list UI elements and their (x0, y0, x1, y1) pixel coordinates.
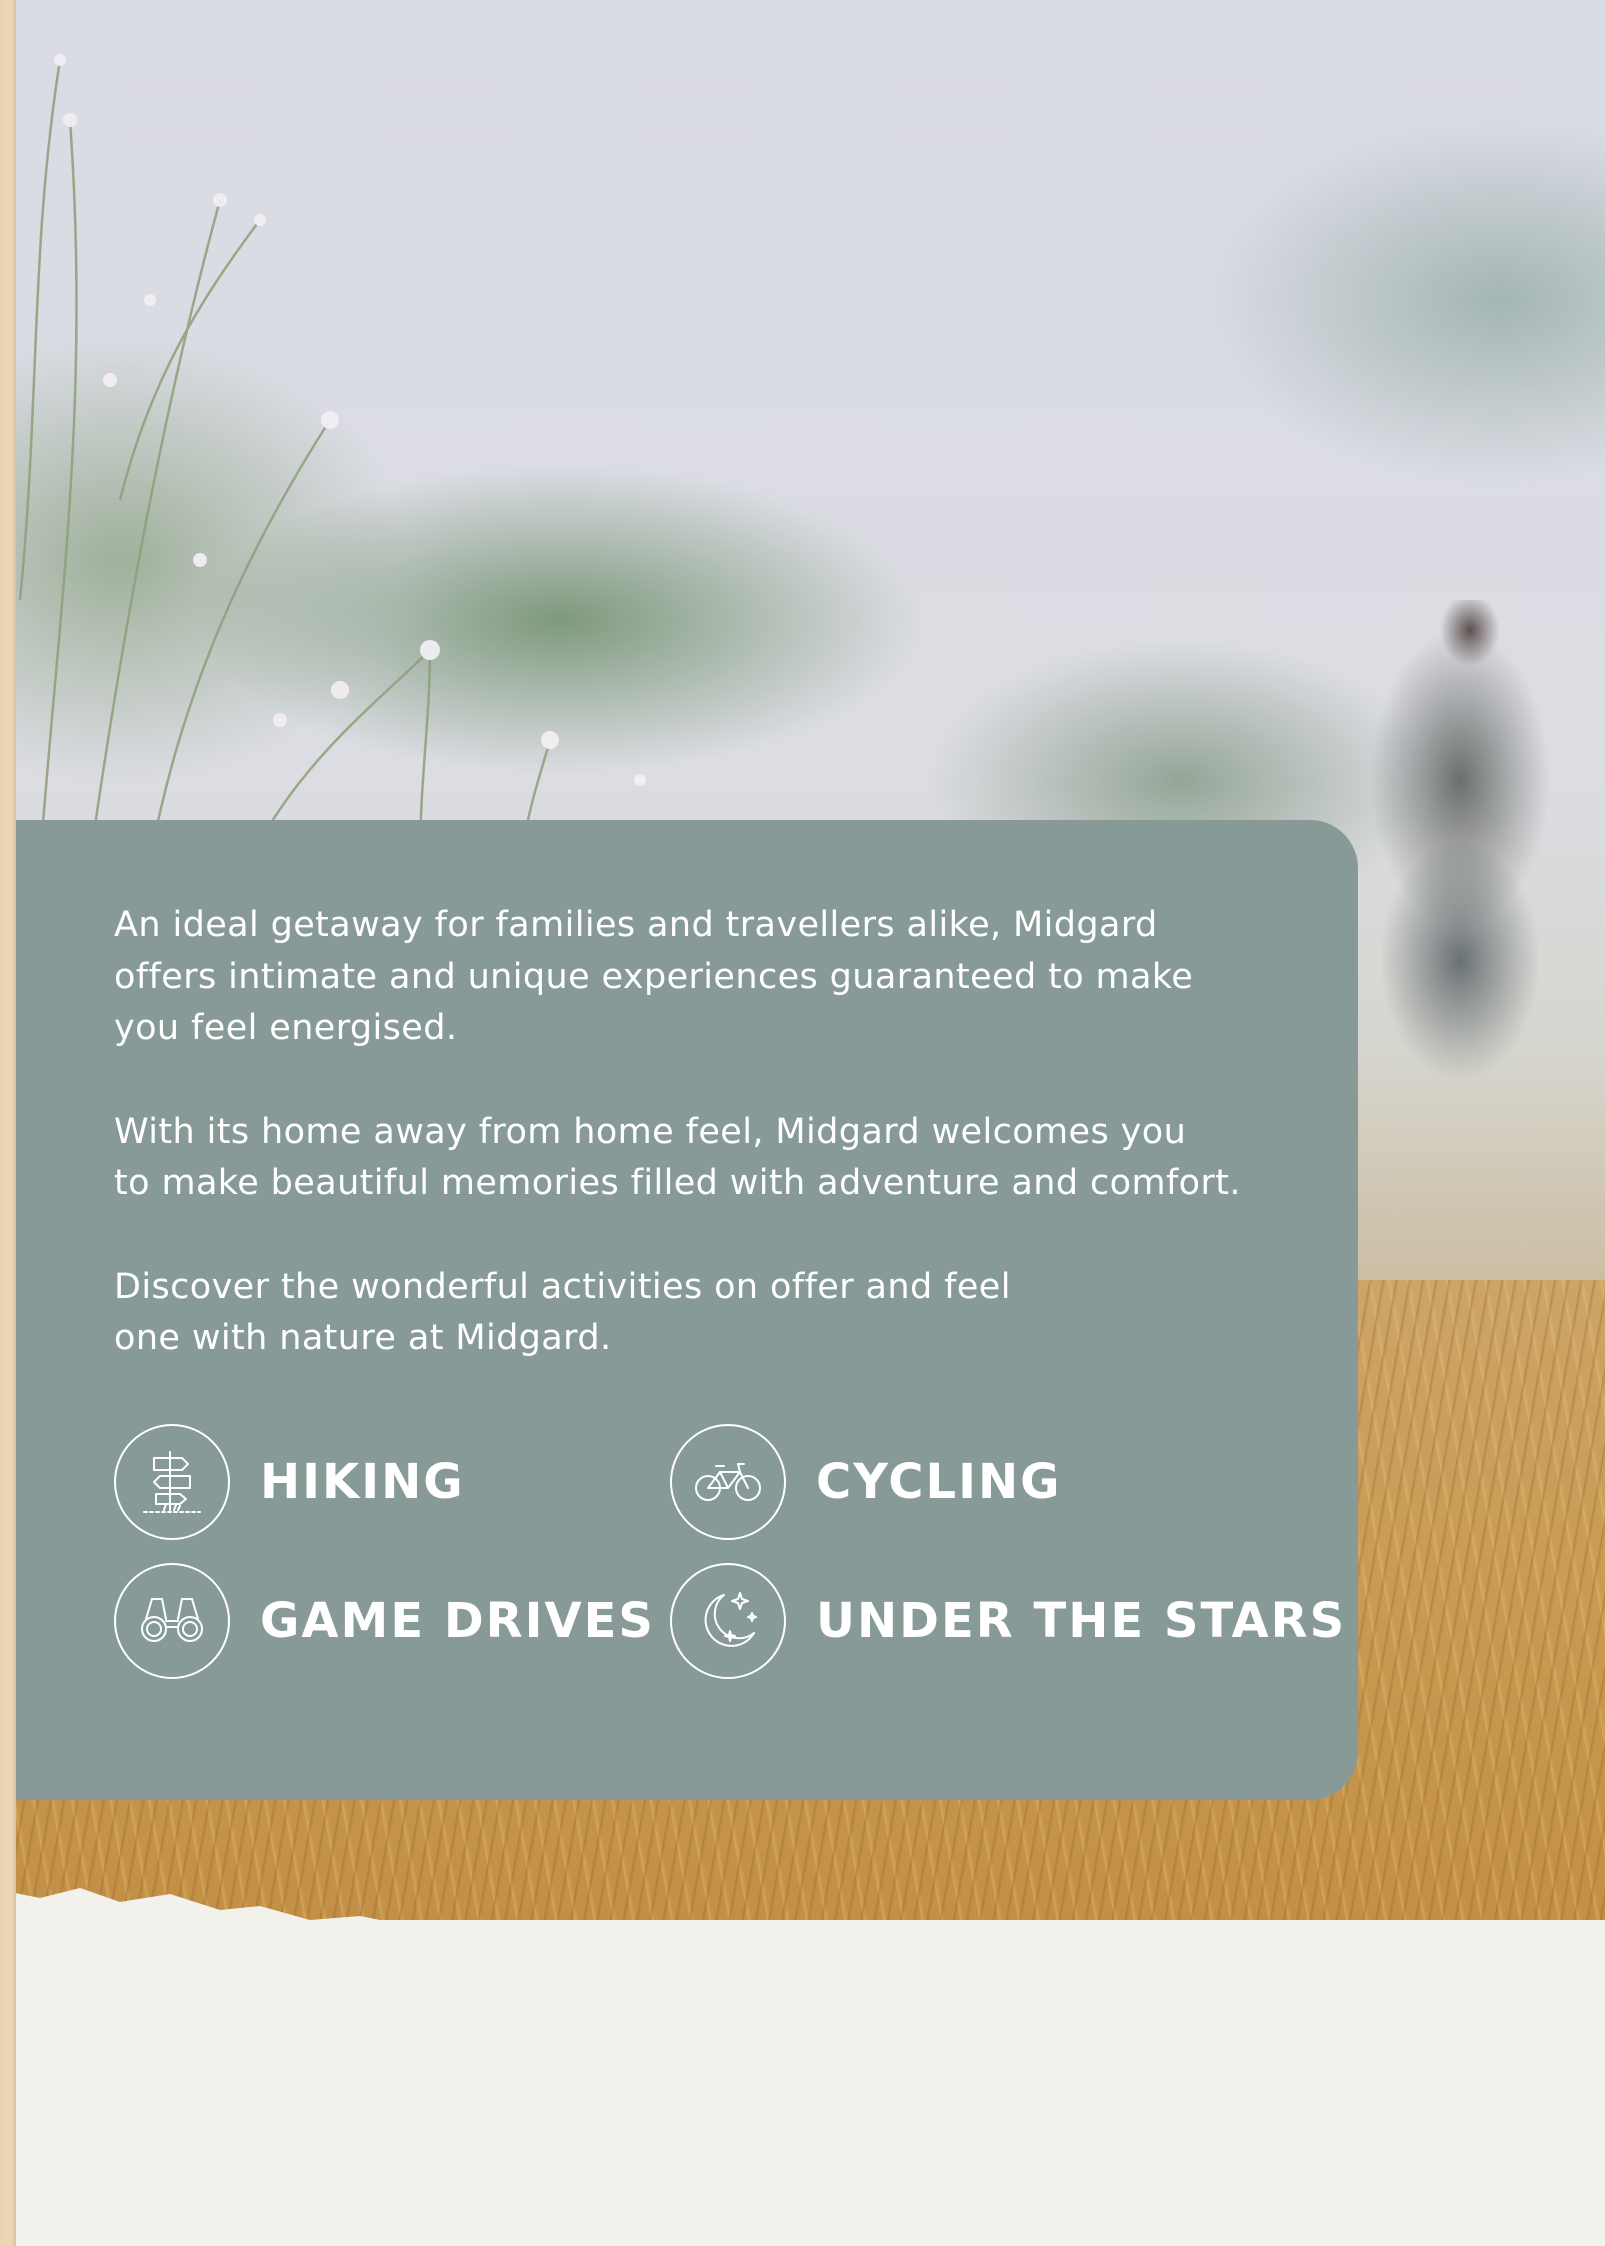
moon-stars-icon (670, 1563, 786, 1679)
intro-line: offers intimate and unique experiences g… (114, 956, 1194, 997)
torn-paper-edge (0, 1888, 1605, 2246)
binoculars-icon (114, 1563, 230, 1679)
hiker-silhouette (1350, 600, 1570, 1160)
activity-cycling: CYCLING (670, 1424, 1062, 1540)
activity-under-the-stars: UNDER THE STARS (670, 1563, 1346, 1679)
intro-line: Discover the wonderful activities on off… (114, 1266, 1011, 1307)
intro-paragraph: An ideal getaway for families and travel… (114, 900, 1294, 1055)
intro-text: An ideal getaway for families and travel… (114, 900, 1294, 1365)
intro-line: one with nature at Midgard. (114, 1318, 612, 1358)
signpost-icon (114, 1424, 230, 1540)
intro-paragraph: With its home away from home feel, Midga… (114, 1107, 1294, 1210)
bicycle-icon (670, 1424, 786, 1540)
intro-line: With its home away from home feel, Midga… (114, 1111, 1187, 1152)
brochure-page: An ideal getaway for families and travel… (0, 0, 1605, 2246)
intro-line: An ideal getaway for families and travel… (114, 905, 1158, 945)
wildflowers-illustration (18, 54, 646, 860)
activity-game-drives: GAME DRIVES (114, 1563, 655, 1679)
activity-label: CYCLING (816, 1454, 1062, 1510)
activity-label: GAME DRIVES (260, 1593, 655, 1649)
page-edge (0, 0, 16, 2246)
intro-line: to make beautiful memories filled with a… (114, 1163, 1241, 1203)
activity-label: UNDER THE STARS (816, 1593, 1347, 1649)
activity-label: HIKING (260, 1454, 465, 1510)
activity-hiking: HIKING (114, 1424, 465, 1540)
intro-paragraph: Discover the wonderful activities on off… (114, 1262, 1294, 1365)
intro-line: you feel energised. (114, 1008, 458, 1048)
